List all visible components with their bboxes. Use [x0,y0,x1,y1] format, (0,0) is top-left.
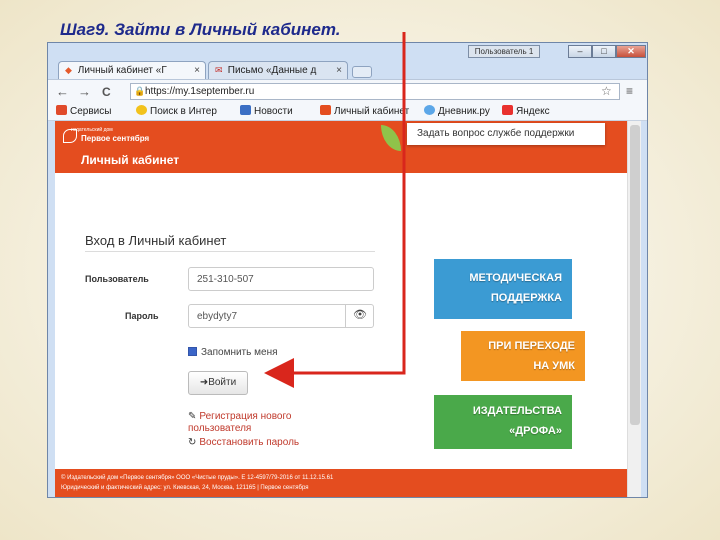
annotation-arrow [264,32,406,388]
arrow-line [264,32,406,388]
